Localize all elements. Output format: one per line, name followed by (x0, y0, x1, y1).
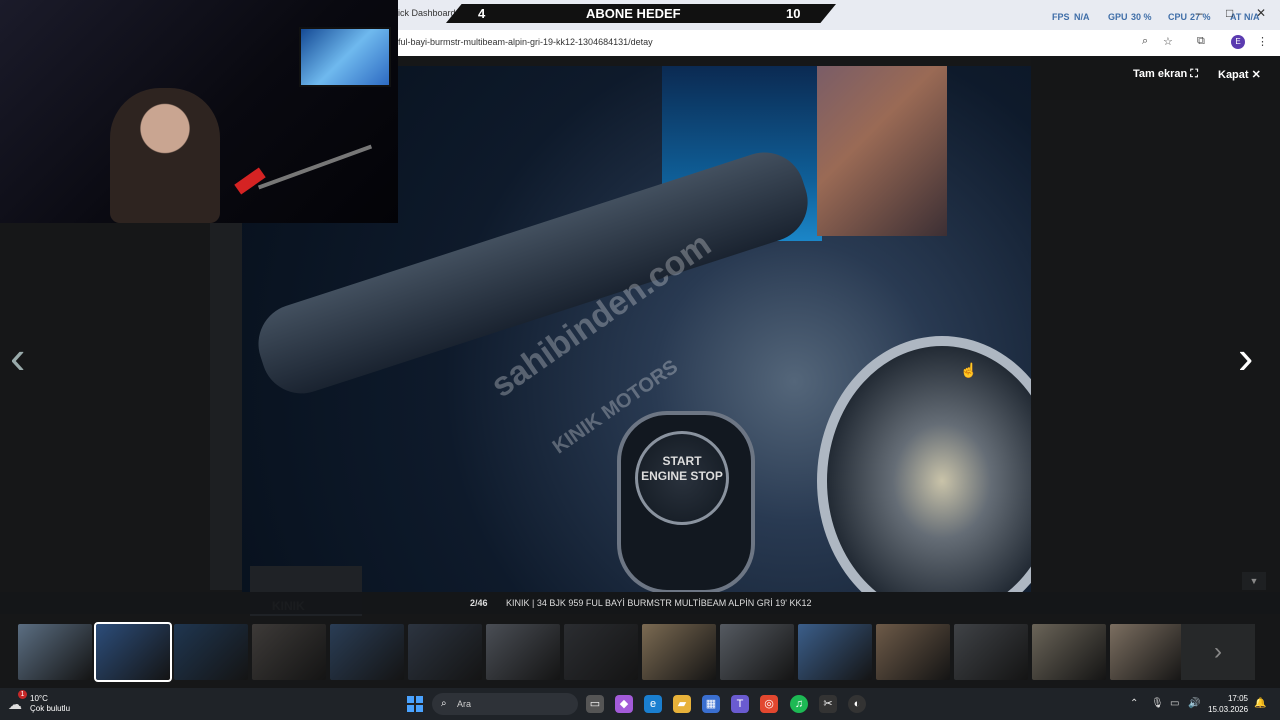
goal-title: ABONE HEDEF (586, 6, 681, 21)
photo-caption: KINIK | 34 BJK 959 FUL BAYİ BURMSTR MULT… (506, 598, 812, 608)
chrome-icon[interactable]: ◎ (760, 695, 778, 713)
edge-icon[interactable]: e (644, 695, 662, 713)
close-viewer-button[interactable]: Kapat ✕ (1218, 68, 1261, 81)
teams-icon[interactable]: T (731, 695, 749, 713)
prev-photo-arrow-icon[interactable]: ‹ (10, 334, 25, 380)
clock-time: 17:05 (1227, 694, 1248, 703)
photo-counter: 2/46 (470, 598, 488, 608)
bookmark-star-icon[interactable]: ☆ (1163, 35, 1173, 48)
search-icon: ⌕ (441, 698, 447, 709)
thumbnail[interactable] (174, 624, 248, 680)
thumbnail[interactable] (408, 624, 482, 680)
thumbnail[interactable] (720, 624, 794, 680)
thumbnail[interactable] (1110, 624, 1184, 680)
webcam-background-tv (299, 27, 391, 87)
thumbnail-strip (18, 622, 1184, 682)
tray-expand-icon[interactable]: ⌃ (1130, 698, 1138, 709)
gpu-label: GPU (1108, 12, 1128, 22)
microphone-icon[interactable]: 🎙 (1151, 698, 1164, 709)
thumbnail[interactable] (642, 624, 716, 680)
thumbnail[interactable] (798, 624, 872, 680)
weather-desc[interactable]: Çok bulutlu (30, 704, 70, 713)
notification-badge: 1 (18, 690, 27, 699)
air-vent (817, 336, 1031, 592)
fps-value: N/A (1074, 12, 1090, 22)
thumbnail[interactable] (330, 624, 404, 680)
extensions-icon[interactable]: ⧉ (1197, 35, 1205, 48)
webcam-mic-arm (257, 144, 373, 190)
obs-icon[interactable]: ◐ (848, 695, 866, 713)
volume-icon[interactable]: 🔊 (1188, 698, 1200, 709)
next-photo-arrow-icon[interactable]: › (1238, 334, 1253, 380)
task-view-icon[interactable]: ▭ (586, 695, 604, 713)
notifications-icon[interactable]: 🔔 (1254, 698, 1266, 709)
close-icon: ✕ (1251, 69, 1261, 81)
subscriber-goal-banner: 4 ABONE HEDEF 10 (446, 4, 836, 23)
fps-label: FPS (1052, 12, 1070, 22)
close-window-icon[interactable]: ✕ (1256, 6, 1266, 20)
taskbar-clock[interactable]: 17:05 15.03.2026 (1208, 693, 1248, 715)
engine-start-button: START ENGINE STOP (635, 431, 729, 525)
thumbnail[interactable] (486, 624, 560, 680)
thumbnail[interactable] (954, 624, 1028, 680)
webcam-overlay (0, 0, 398, 223)
fullscreen-button[interactable]: Tam ekran ⛶ (1133, 68, 1198, 81)
profile-avatar[interactable]: E (1231, 35, 1245, 49)
browser-tab[interactable]: ick Dashboard (398, 8, 456, 18)
url-text[interactable]: ful-bayi-burmstr-multibeam-alpin-gri-19-… (398, 37, 653, 47)
clock-date: 15.03.2026 (1208, 705, 1249, 714)
taskbar-search[interactable] (432, 693, 578, 715)
thumbnail[interactable] (252, 624, 326, 680)
weather-temp[interactable]: 10°C (30, 694, 48, 703)
gpu-value: 30 % (1131, 12, 1152, 22)
zoom-icon[interactable]: ⌕ (1142, 35, 1148, 48)
search-placeholder[interactable]: Ara (457, 699, 471, 709)
thumbnail[interactable] (876, 624, 950, 680)
cpu-label: CPU (1168, 12, 1188, 22)
menu-kebab-icon[interactable]: ⋮ (1257, 35, 1268, 48)
webcam-microphone (234, 167, 266, 195)
thumbnails-next-icon[interactable]: › (1181, 624, 1255, 680)
network-icon[interactable]: ▭ (1170, 698, 1179, 709)
thumbnail[interactable] (564, 624, 638, 680)
door-panel (817, 66, 947, 236)
spotify-icon[interactable]: ♫ (790, 695, 808, 713)
webcam-streamer (110, 88, 220, 223)
minimize-icon[interactable]: – (1196, 6, 1203, 20)
goal-target: 10 (786, 6, 801, 21)
scroll-down-icon[interactable]: ▼ (1242, 572, 1266, 590)
store-icon[interactable]: ▦ (702, 695, 720, 713)
maximize-icon[interactable]: □ (1226, 6, 1233, 20)
goal-current: 4 (478, 6, 486, 21)
capcut-icon[interactable]: ✂ (819, 695, 837, 713)
thumbnail[interactable] (1032, 624, 1106, 680)
windows-start-icon[interactable] (407, 696, 423, 712)
thumbnail[interactable] (18, 624, 92, 680)
mouse-cursor-icon: ☝ (960, 362, 978, 378)
close-label: Kapat (1218, 69, 1249, 81)
fullscreen-icon: ⛶ (1190, 68, 1198, 80)
fullscreen-label: Tam ekran (1133, 68, 1188, 80)
thumbnail[interactable] (94, 622, 172, 682)
file-explorer-icon[interactable]: ▰ (673, 695, 691, 713)
copilot-icon[interactable]: ◆ (615, 695, 633, 713)
taskbar (0, 688, 1280, 720)
